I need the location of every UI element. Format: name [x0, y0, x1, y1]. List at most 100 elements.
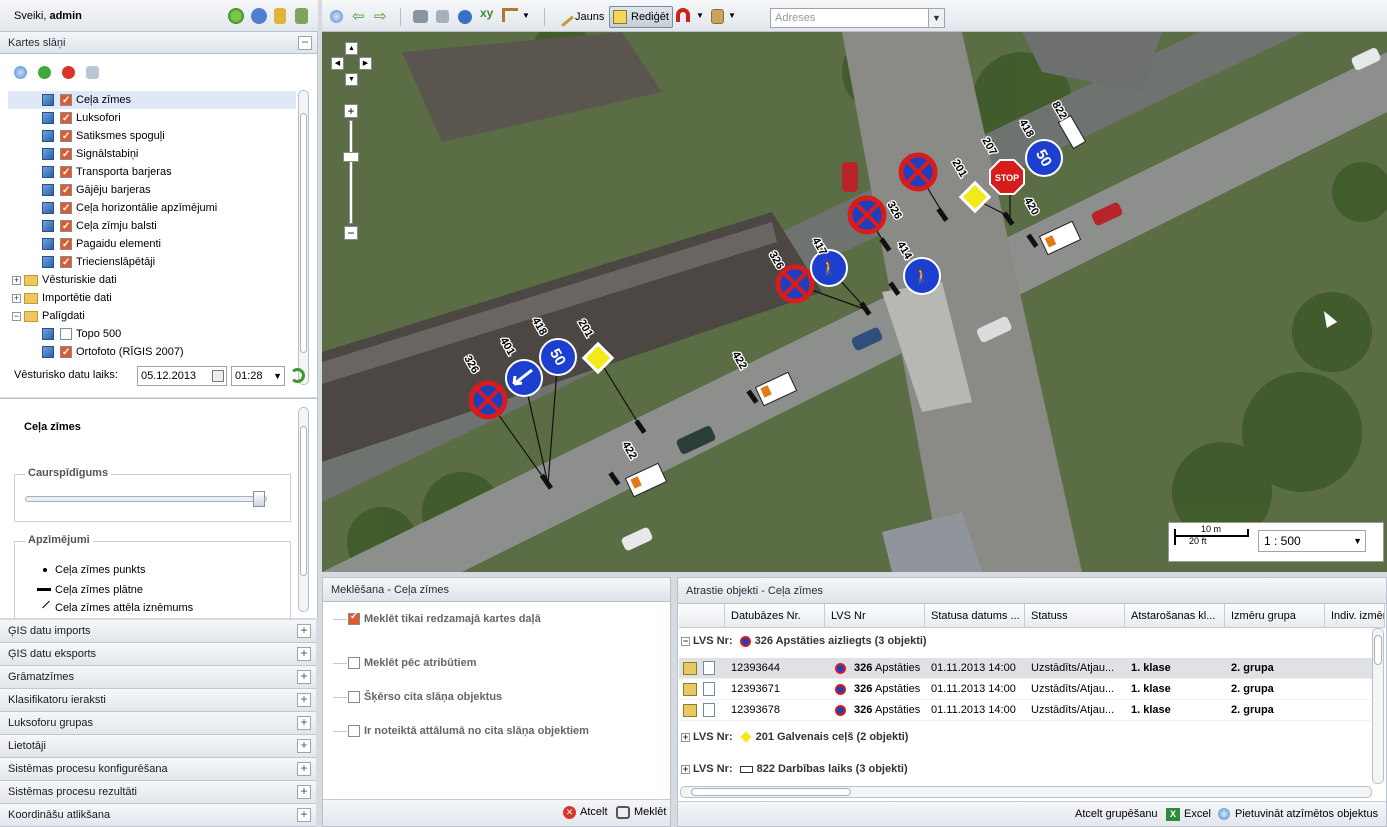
- layer-tree-scrollbar[interactable]: [298, 90, 309, 385]
- zoom-slider[interactable]: [349, 120, 353, 224]
- history-time-select[interactable]: 01:28 ▼: [231, 366, 285, 386]
- map-view[interactable]: 50 50 🚶 🚶 STOP 326 417 414 326 201 207 4…: [322, 32, 1387, 572]
- table-row[interactable]: 12393678 326 Apstāties 01.11.2013 14:00 …: [679, 700, 1373, 721]
- add-layer-icon[interactable]: [38, 66, 52, 79]
- coordinates-icon[interactable]: xy: [480, 6, 493, 20]
- pedestrian-sign[interactable]: 🚶: [810, 249, 848, 287]
- section-classifiers[interactable]: Klasifikatoru ieraksti +: [0, 689, 316, 712]
- pan-down-button[interactable]: ▼: [345, 73, 358, 86]
- expand-icon[interactable]: +: [297, 808, 311, 822]
- chevron-down-icon[interactable]: ▼: [522, 11, 530, 20]
- chevron-down-icon[interactable]: ▼: [928, 9, 944, 27]
- layer-checkbox[interactable]: [60, 128, 72, 146]
- pan-control[interactable]: ▲ ◀ ▶ ▼: [330, 42, 374, 90]
- history-date-input[interactable]: 05.12.2013: [137, 366, 227, 386]
- section-traffic-light-groups[interactable]: Luksoforu grupas +: [0, 712, 316, 735]
- section-process-config[interactable]: Sistēmas procesu konfigurēšana +: [0, 758, 316, 781]
- document-icon[interactable]: [703, 661, 715, 675]
- layer-row[interactable]: Ceļa zīmju balsti: [42, 217, 157, 236]
- scale-select[interactable]: 1 : 500 ▼: [1258, 530, 1366, 552]
- expand-icon[interactable]: +: [297, 647, 311, 661]
- group-row[interactable]: + Importētie dati: [12, 289, 112, 307]
- chevron-down-icon[interactable]: ▼: [728, 11, 736, 20]
- layer-row[interactable]: Gājēju barjeras: [42, 181, 151, 200]
- layer-checkbox[interactable]: [60, 328, 72, 341]
- column-header[interactable]: Atstarošanas kl...: [1125, 604, 1225, 628]
- group-header-201[interactable]: + LVS Nr: 201 Galvenais ceļš (2 objekti): [681, 731, 908, 743]
- no-stopping-sign[interactable]: [847, 195, 887, 235]
- address-search[interactable]: Adreses ▼: [770, 8, 945, 28]
- expand-icon[interactable]: +: [297, 670, 311, 684]
- help-icon[interactable]: [251, 8, 268, 24]
- layer-row[interactable]: Ortofoto (RĪGIS 2007): [42, 343, 184, 362]
- arrow-left-icon[interactable]: ⇦: [352, 7, 365, 25]
- zoom-layer-icon[interactable]: [14, 66, 27, 79]
- layer-row[interactable]: Ceļa horizontālie apzīmējumi: [42, 199, 217, 218]
- expand-icon[interactable]: +: [297, 762, 311, 776]
- document-icon[interactable]: [703, 703, 715, 717]
- expand-icon[interactable]: +: [12, 275, 21, 285]
- layer-properties-icon[interactable]: [86, 66, 100, 79]
- refresh-icon[interactable]: [290, 368, 305, 383]
- table-row[interactable]: 12393644 326 Apstāties 01.11.2013 14:00 …: [679, 658, 1373, 679]
- edit-button[interactable]: Rediģēt: [609, 6, 673, 28]
- no-stopping-sign[interactable]: [468, 380, 508, 420]
- layer-row[interactable]: Signālstabiņi: [42, 145, 138, 164]
- collapse-layers-button[interactable]: −: [298, 36, 312, 50]
- snap-magnet-icon[interactable]: [676, 8, 690, 22]
- expand-icon[interactable]: +: [297, 693, 311, 707]
- column-header[interactable]: Izmēru grupa: [1225, 604, 1325, 628]
- column-header[interactable]: LVS Nr: [825, 604, 925, 628]
- logout-icon[interactable]: [295, 8, 309, 24]
- expand-icon[interactable]: +: [681, 764, 690, 774]
- min-speed-sign[interactable]: 50: [1025, 139, 1063, 177]
- no-stopping-sign[interactable]: [775, 264, 815, 304]
- collapse-icon[interactable]: −: [681, 636, 690, 646]
- pan-right-button[interactable]: ▶: [359, 57, 372, 70]
- layer-row[interactable]: Pagaidu elementi: [42, 235, 161, 254]
- clipboard-icon[interactable]: [711, 9, 724, 24]
- column-header[interactable]: Statuss: [1025, 604, 1125, 628]
- min-speed-sign[interactable]: 50: [539, 338, 577, 376]
- layer-row[interactable]: Satiksmes spoguļi: [42, 127, 165, 146]
- layer-checkbox[interactable]: [60, 92, 72, 110]
- map-canvas[interactable]: 50 50 🚶 🚶 STOP 326 417 414 326 201 207 4…: [322, 32, 1387, 572]
- measure-icon[interactable]: [502, 8, 518, 22]
- expand-icon[interactable]: +: [12, 293, 21, 303]
- layer-checkbox[interactable]: [60, 146, 72, 164]
- layer-checkbox[interactable]: [60, 236, 72, 254]
- expand-icon[interactable]: +: [681, 732, 690, 742]
- settings-icon[interactable]: [228, 8, 244, 24]
- option-checkbox[interactable]: [348, 611, 360, 626]
- edit-row-icon[interactable]: [683, 683, 697, 696]
- pan-left-button[interactable]: ◀: [331, 57, 344, 70]
- option-by-attributes[interactable]: Meklēt pēc atribūtiem: [348, 657, 476, 670]
- expand-icon[interactable]: +: [297, 785, 311, 799]
- layer-checkbox[interactable]: [60, 344, 72, 362]
- table-row[interactable]: 12393671 326 Apstāties 01.11.2013 14:00 …: [679, 679, 1373, 700]
- layer-checkbox[interactable]: [60, 164, 72, 182]
- remove-layer-icon[interactable]: [62, 66, 76, 79]
- arrow-right-icon[interactable]: ⇨: [374, 7, 387, 25]
- group-header-326[interactable]: − LVS Nr: 326 Apstāties aizliegts (3 obje…: [681, 635, 927, 647]
- ungroup-button[interactable]: Atcelt grupēšanu: [1075, 808, 1158, 820]
- chevron-down-icon[interactable]: ▼: [273, 367, 282, 385]
- legend-scrollbar[interactable]: [298, 407, 309, 612]
- column-header[interactable]: Datubāzes Nr.: [725, 604, 825, 628]
- pedestrian-sign[interactable]: 🚶: [903, 257, 941, 295]
- section-process-results[interactable]: Sistēmas procesu rezultāti +: [0, 781, 316, 804]
- group-header-822[interactable]: + LVS Nr: 822 Darbības laiks (3 objekti): [681, 763, 908, 775]
- direction-sign[interactable]: [505, 359, 543, 397]
- section-gis-export[interactable]: ĢIS datu eksports +: [0, 643, 316, 666]
- layer-checkbox[interactable]: [60, 218, 72, 236]
- zoom-slider-thumb[interactable]: [343, 152, 359, 162]
- document-icon[interactable]: [703, 682, 715, 696]
- layer-checkbox[interactable]: [60, 254, 72, 272]
- layer-checkbox[interactable]: [60, 200, 72, 218]
- search-button[interactable]: Meklēt: [616, 806, 666, 819]
- expand-icon[interactable]: +: [297, 624, 311, 638]
- section-coordination[interactable]: Koordināšu atlikšana +: [0, 804, 316, 827]
- option-distance[interactable]: Ir noteiktā attālumā no cita slāņa objek…: [348, 725, 589, 738]
- group-row[interactable]: − Palīgdati: [12, 307, 85, 325]
- opacity-slider-thumb[interactable]: [253, 491, 265, 507]
